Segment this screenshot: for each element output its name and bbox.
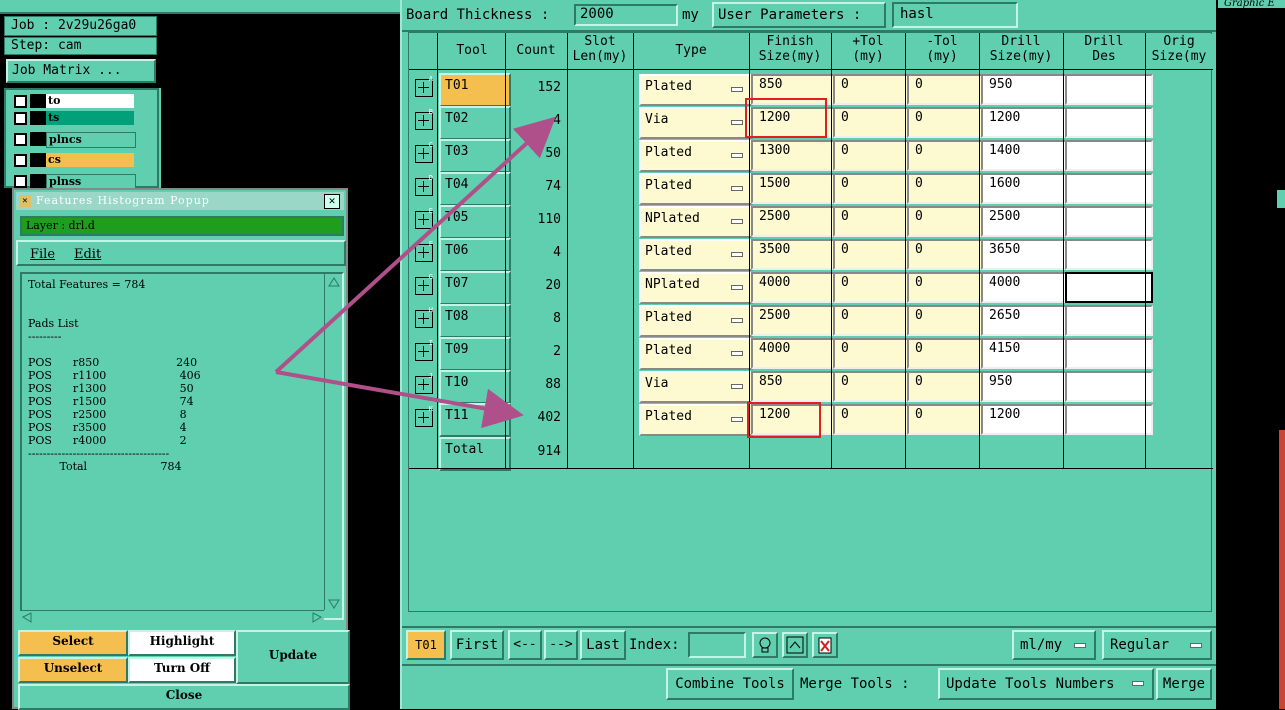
arrow-to-t02-count: [274, 116, 556, 374]
annotation-arrows: [274, 116, 556, 429]
arrow-to-t11-count: [275, 370, 524, 429]
